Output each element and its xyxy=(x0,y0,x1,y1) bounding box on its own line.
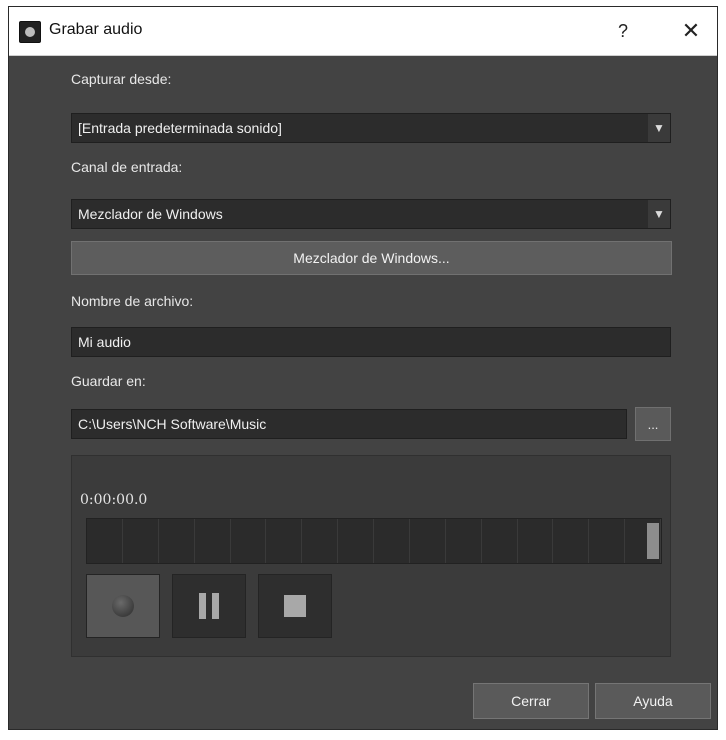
level-segment xyxy=(410,519,446,563)
level-segment xyxy=(159,519,195,563)
close-button[interactable]: Cerrar xyxy=(473,683,589,719)
level-segment xyxy=(302,519,339,563)
level-segment xyxy=(589,519,626,563)
record-audio-dialog: Grabar audio ? ✕ Capturar desde: [Entrad… xyxy=(8,6,718,730)
level-segment xyxy=(482,519,518,563)
level-slider-handle[interactable] xyxy=(647,523,659,559)
level-segment xyxy=(266,519,303,563)
input-channel-value: Mezclador de Windows xyxy=(78,206,223,222)
browse-button[interactable]: ... xyxy=(635,407,671,441)
capture-from-select[interactable]: [Entrada predeterminada sonido] ▼ xyxy=(71,113,671,143)
stop-icon xyxy=(284,595,306,617)
record-icon xyxy=(112,595,134,617)
app-icon xyxy=(19,21,41,43)
close-title-button[interactable]: ✕ xyxy=(673,17,709,45)
level-segment xyxy=(518,519,554,563)
pause-button[interactable] xyxy=(172,574,246,638)
elapsed-time: 0:00:00.0 xyxy=(80,492,148,508)
capture-from-value: [Entrada predeterminada sonido] xyxy=(78,120,282,136)
level-segment xyxy=(123,519,159,563)
dialog-title: Grabar audio xyxy=(49,21,143,38)
pause-icon xyxy=(199,593,219,619)
level-segment xyxy=(338,519,374,563)
recorder-panel: 0:00:00.0 xyxy=(71,455,671,657)
record-button[interactable] xyxy=(86,574,160,638)
help-button[interactable]: Ayuda xyxy=(595,683,711,719)
save-in-label: Guardar en: xyxy=(71,373,146,389)
chevron-down-icon[interactable]: ▼ xyxy=(648,114,670,142)
windows-mixer-button[interactable]: Mezclador de Windows... xyxy=(71,241,672,275)
input-channel-label: Canal de entrada: xyxy=(71,159,183,175)
level-segment xyxy=(231,519,267,563)
chevron-down-icon[interactable]: ▼ xyxy=(648,200,670,228)
input-channel-select[interactable]: Mezclador de Windows ▼ xyxy=(71,199,671,229)
stop-button[interactable] xyxy=(258,574,332,638)
save-path-input[interactable] xyxy=(71,409,627,439)
help-title-button[interactable]: ? xyxy=(605,17,641,45)
capture-from-label: Capturar desde: xyxy=(71,71,172,87)
level-segment xyxy=(553,519,590,563)
level-segment xyxy=(374,519,410,563)
level-segment xyxy=(446,519,482,563)
level-meter xyxy=(86,518,662,564)
filename-input[interactable] xyxy=(71,327,671,357)
level-segment xyxy=(87,519,123,563)
filename-label: Nombre de archivo: xyxy=(71,293,194,309)
level-segment xyxy=(195,519,231,563)
title-bar: Grabar audio ? ✕ xyxy=(9,7,717,56)
